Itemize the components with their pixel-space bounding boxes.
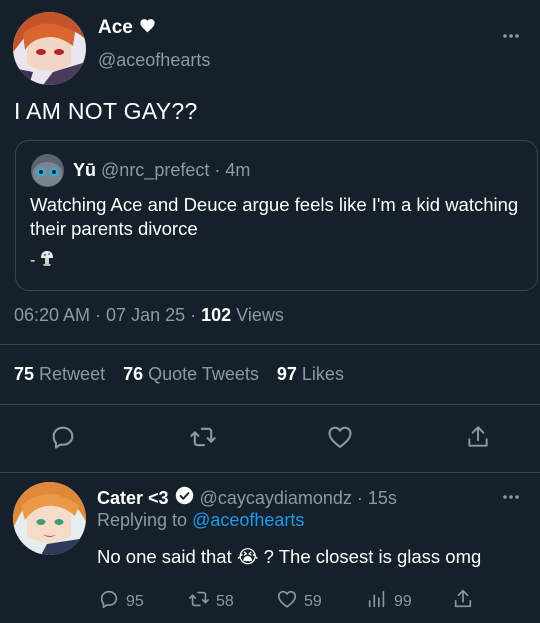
author-avatar[interactable]	[13, 12, 86, 85]
crying-emoji: 😭	[236, 546, 259, 567]
views-count: 102	[201, 305, 232, 325]
reply-text-start: No one said that	[97, 546, 237, 567]
quoted-handle-time: @nrc_prefect · 4m	[101, 160, 251, 180]
replying-to: Replying to @aceofhearts	[97, 510, 304, 531]
more-icon[interactable]	[502, 491, 520, 501]
reply-retweet-button[interactable]: 58	[188, 588, 234, 615]
reply-icon[interactable]	[48, 422, 78, 452]
replying-prefix: Replying to	[97, 510, 193, 530]
reply-like-count: 59	[304, 592, 322, 610]
reply-action-bar: 95 58 59 99	[0, 588, 540, 612]
like-icon	[276, 588, 298, 615]
mushroom-icon	[39, 249, 55, 272]
replying-handle-link[interactable]: @aceofhearts	[192, 510, 304, 530]
reply-reply-button[interactable]: 95	[98, 588, 144, 615]
reply-views-count: 99	[394, 592, 412, 610]
likes-count: 97	[276, 364, 297, 384]
reply-share-button[interactable]	[452, 588, 474, 615]
author-name-text[interactable]: Ace	[98, 17, 133, 39]
retweet-stat[interactable]: 75 Retweet	[14, 364, 105, 385]
retweet-label: Retweet	[39, 364, 106, 384]
likes-stat[interactable]: 97 Likes	[277, 364, 344, 385]
reply-author-name[interactable]: Cater <3	[97, 488, 169, 509]
quoted-author-name[interactable]: Yū	[73, 160, 96, 180]
views-icon	[366, 588, 388, 615]
divider	[0, 472, 540, 473]
reply-like-button[interactable]: 59	[276, 588, 322, 615]
more-icon[interactable]	[502, 30, 520, 40]
quoted-author-avatar[interactable]	[31, 154, 64, 187]
tweet-action-bar	[0, 422, 540, 454]
tweet-text: I AM NOT GAY??	[14, 98, 198, 124]
reply-handle-time: @caycaydiamondz · 15s	[199, 487, 397, 508]
reply-header: Cater <3 @caycaydiamondz · 15s	[97, 486, 397, 510]
divider	[0, 344, 540, 345]
verified-icon	[175, 486, 194, 510]
quote-stat[interactable]: 76 Quote Tweets	[123, 364, 259, 385]
quoted-text: Watching Ace and Deuce argue feels like …	[30, 194, 519, 239]
quote-count: 76	[123, 364, 144, 384]
heart-icon	[139, 17, 156, 39]
author-handle[interactable]: @aceofhearts	[98, 50, 210, 71]
divider	[0, 404, 540, 405]
retweet-icon[interactable]	[188, 422, 218, 452]
quoted-tweet-card[interactable]: Yū @nrc_prefect · 4m Watching Ace and De…	[15, 140, 538, 291]
engagement-stats: 75 Retweet 76 Quote Tweets 97 Likes	[14, 364, 344, 385]
quote-label: Quote Tweets	[148, 364, 259, 384]
quoted-signature: -	[30, 249, 55, 272]
reply-author-avatar[interactable]	[13, 482, 86, 555]
quoted-header: Yū @nrc_prefect · 4m	[73, 160, 250, 181]
share-icon	[452, 588, 474, 615]
reply-text: No one said that 😭 ? The closest is glas…	[97, 546, 481, 568]
reply-icon	[98, 588, 120, 615]
share-icon[interactable]	[463, 422, 493, 452]
views-label: Views	[231, 305, 284, 325]
like-icon[interactable]	[325, 422, 355, 452]
reply-retweet-count: 58	[216, 592, 234, 610]
reply-count: 95	[126, 592, 144, 610]
reply-views-button[interactable]: 99	[366, 588, 412, 615]
tweet-meta: 06:20 AM · 07 Jan 25 · 102 Views	[14, 305, 284, 326]
author-name[interactable]: Ace	[98, 17, 156, 39]
reply-text-end: ? The closest is glass omg	[258, 546, 482, 567]
quoted-signature-dash: -	[30, 251, 36, 269]
likes-label: Likes	[301, 364, 344, 384]
retweet-count: 75	[14, 364, 35, 384]
timestamp[interactable]: 06:20 AM · 07 Jan 25 ·	[14, 305, 201, 325]
retweet-icon	[188, 588, 210, 615]
